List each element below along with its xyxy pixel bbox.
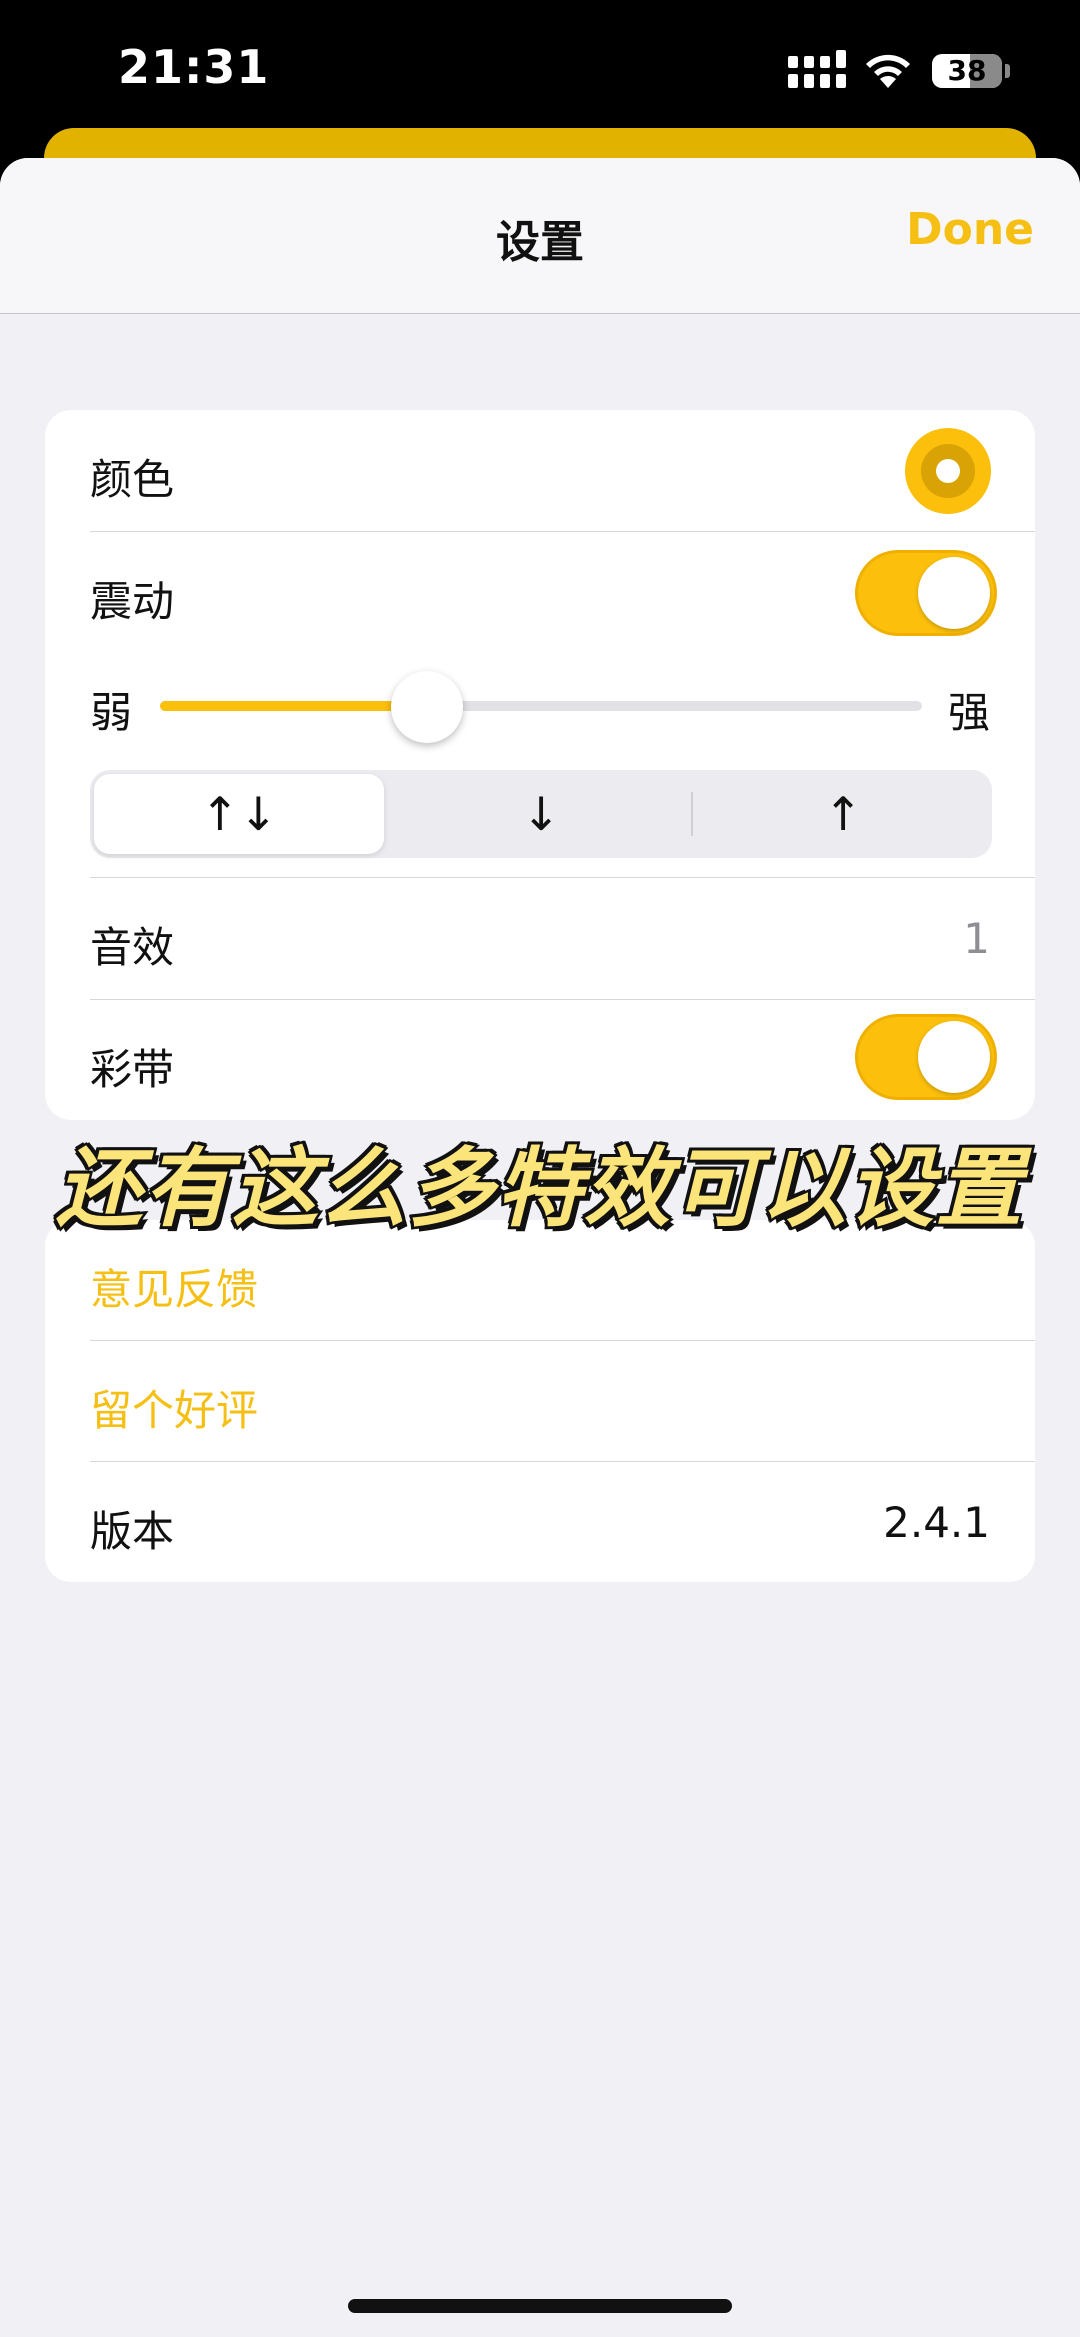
slider-fill <box>160 701 427 711</box>
cellular-signal-icon <box>788 50 846 88</box>
toggle-knob <box>918 557 990 629</box>
review-link[interactable]: 留个好评 <box>90 1377 258 1438</box>
vibration-label: 震动 <box>90 577 175 626</box>
confetti-row: 彩带 <box>45 1000 1035 1121</box>
sound-row[interactable]: 音效 1 <box>45 878 1035 999</box>
version-row: 版本 2.4.1 <box>45 1462 1035 1583</box>
version-label: 版本 <box>90 1507 175 1556</box>
vibration-toggle[interactable] <box>855 550 997 636</box>
review-row[interactable]: 留个好评 <box>45 1341 1035 1462</box>
version-value: 2.4.1 <box>883 1498 990 1547</box>
vibration-row: 震动 <box>45 532 1035 653</box>
color-swatch-icon[interactable] <box>905 428 991 514</box>
slider-thumb[interactable] <box>390 671 463 743</box>
confetti-toggle[interactable] <box>855 1014 997 1100</box>
intensity-slider-row: 弱 强 <box>45 655 1035 765</box>
status-time: 21:31 <box>118 40 270 94</box>
home-indicator <box>348 2299 732 2313</box>
about-group: 意见反馈 留个好评 版本 2.4.1 <box>45 1220 1035 1582</box>
direction-down-option[interactable]: ↓ <box>396 774 686 854</box>
settings-group: 颜色 震动 弱 强 ↑↓ ↓ ↑ 音效 1 彩带 <box>45 410 1035 1120</box>
settings-sheet: 设置 Done 颜色 震动 弱 强 ↑↓ ↓ ↑ 音效 1 彩带 意见反馈 留个… <box>0 158 1080 2337</box>
feedback-link[interactable]: 意见反馈 <box>90 1256 258 1317</box>
done-button[interactable]: Done <box>906 204 1034 255</box>
battery-level: 38 <box>947 54 987 87</box>
strong-label: 强 <box>947 688 990 737</box>
wifi-icon <box>866 54 910 88</box>
intensity-slider[interactable] <box>160 701 922 711</box>
overlay-caption: 还有这么多特效可以设置 <box>54 1137 1025 1242</box>
confetti-label: 彩带 <box>90 1045 175 1094</box>
segment-divider <box>691 792 693 836</box>
sound-label: 音效 <box>90 923 175 972</box>
nav-bar: 设置 Done <box>0 158 1080 314</box>
direction-up-option[interactable]: ↑ <box>698 774 988 854</box>
color-row[interactable]: 颜色 <box>45 410 1035 531</box>
weak-label: 弱 <box>90 688 133 737</box>
sound-value: 1 <box>963 914 990 963</box>
direction-segmented-control: ↑↓ ↓ ↑ <box>90 770 992 858</box>
direction-both-option[interactable]: ↑↓ <box>94 774 384 854</box>
color-label: 颜色 <box>90 455 175 504</box>
toggle-knob <box>918 1021 990 1093</box>
battery-cap <box>1005 64 1010 78</box>
